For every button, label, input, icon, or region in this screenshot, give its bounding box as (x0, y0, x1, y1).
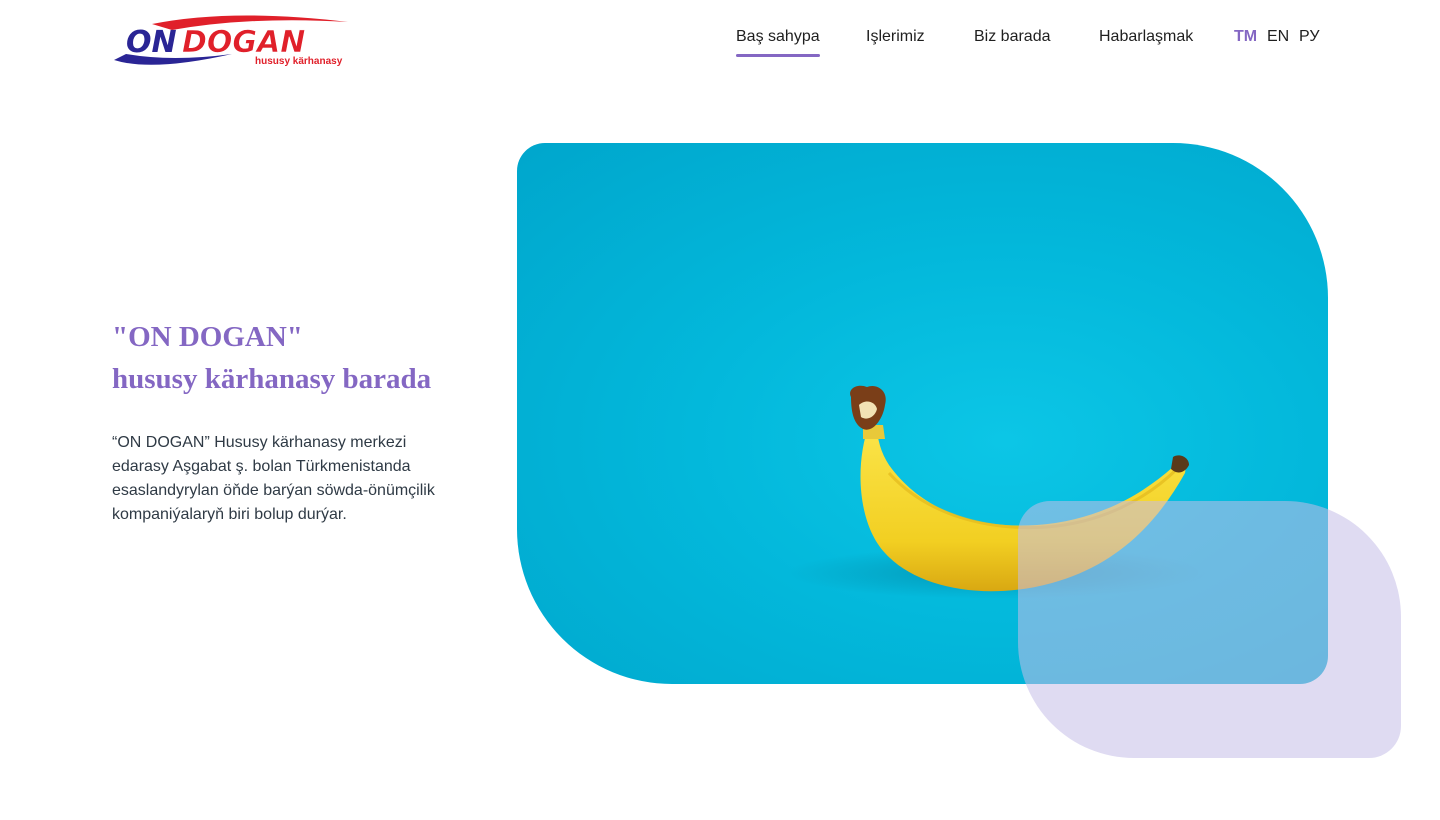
decorative-shape (1018, 501, 1401, 758)
logo-tagline: hususy kärhanasy (255, 56, 343, 67)
lang-en[interactable]: EN (1267, 27, 1289, 47)
lang-ru[interactable]: РУ (1299, 27, 1319, 47)
ondogan-logo[interactable]: ON DOGAN hususy kärhanasy (112, 14, 356, 68)
nav-item-works[interactable]: Işlerimiz (866, 27, 925, 47)
lang-tm[interactable]: TM (1234, 27, 1257, 47)
hero-title: "ON DOGAN" hususy kärhanasy barada (112, 316, 492, 400)
nav-item-about[interactable]: Biz barada (974, 27, 1051, 47)
nav-item-home[interactable]: Baş sahypa (736, 27, 820, 57)
banana-tip (1171, 455, 1189, 473)
hero-description: “ON DOGAN” Hususy kärhanasy merkezi edar… (112, 434, 435, 523)
hero-title-line1: "ON DOGAN" (112, 321, 303, 353)
hero-title-line2: hususy kärhanasy barada (112, 363, 432, 395)
logo-text-dogan: DOGAN (182, 25, 305, 60)
nav-item-contact[interactable]: Habarlaşmak (1099, 27, 1193, 47)
logo-text-on: ON (126, 25, 177, 60)
